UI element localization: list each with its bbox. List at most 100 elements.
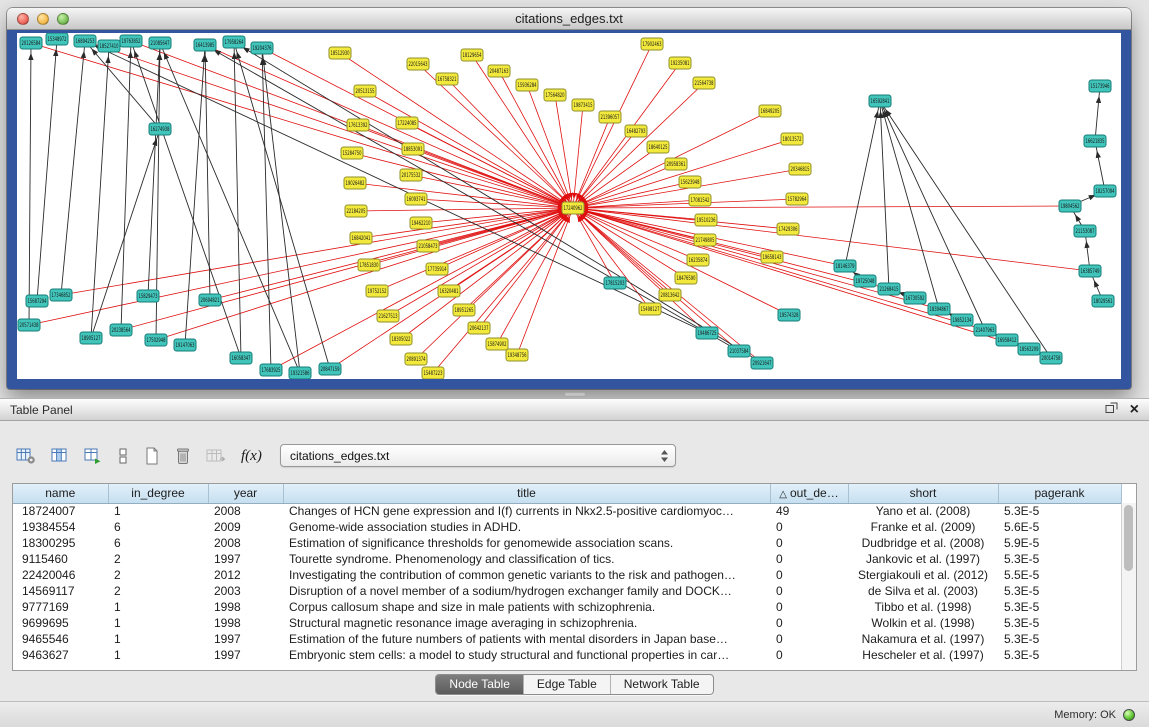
network-node[interactable]: 16621835 bbox=[1084, 135, 1106, 147]
network-node[interactable]: 21037584 bbox=[728, 345, 750, 357]
tab-node-table[interactable]: Node Table bbox=[436, 675, 523, 694]
network-node[interactable]: 16730592 bbox=[904, 292, 926, 304]
network-node[interactable]: 18951265 bbox=[453, 304, 475, 316]
network-node[interactable]: 15829473 bbox=[137, 290, 159, 302]
network-node[interactable]: 18013572 bbox=[781, 133, 803, 145]
network-node[interactable]: 20175532 bbox=[400, 169, 422, 181]
table-row[interactable]: 911546021997Tourette syndrome. Phenomeno… bbox=[13, 551, 1121, 567]
network-node[interactable]: 16274938 bbox=[149, 123, 171, 135]
network-node[interactable]: 21749805 bbox=[694, 234, 716, 246]
network-node[interactable]: 19510236 bbox=[695, 214, 717, 226]
network-node[interactable]: 17564820 bbox=[544, 89, 566, 101]
network-node[interactable]: 18853091 bbox=[402, 143, 424, 155]
table-row[interactable]: 1830029562008Estimation of significance … bbox=[13, 535, 1121, 551]
network-node[interactable]: 19852134 bbox=[951, 314, 973, 326]
network-node[interactable]: 16482793 bbox=[625, 125, 647, 137]
network-node[interactable]: 16958412 bbox=[996, 334, 1018, 346]
create-column-icon[interactable] bbox=[84, 447, 102, 465]
network-node[interactable]: 20847159 bbox=[319, 363, 341, 375]
network-node[interactable]: 17224085 bbox=[396, 117, 418, 129]
table-row[interactable]: 2242004622012Investigating the contribut… bbox=[13, 567, 1121, 583]
network-node[interactable]: 19752152 bbox=[366, 285, 388, 297]
close-panel-icon[interactable]: × bbox=[1130, 404, 1139, 416]
network-node[interactable]: 17735914 bbox=[426, 263, 448, 275]
network-node[interactable]: 19873415 bbox=[572, 99, 594, 111]
table-vertical-scrollbar[interactable] bbox=[1121, 503, 1136, 670]
float-panel-icon[interactable] bbox=[1105, 401, 1118, 419]
rows-icon[interactable] bbox=[117, 447, 129, 465]
network-node[interactable]: 15487223 bbox=[422, 367, 444, 379]
splitter-handle[interactable] bbox=[564, 392, 586, 397]
network-node[interactable]: 21564738 bbox=[693, 77, 715, 89]
network-node[interactable]: 16235874 bbox=[687, 254, 709, 266]
column-header-year[interactable]: year bbox=[208, 484, 283, 503]
network-node[interactable]: 21085647 bbox=[149, 37, 171, 49]
network-node[interactable]: 17815203 bbox=[604, 277, 626, 289]
network-node[interactable]: 17502948 bbox=[145, 334, 167, 346]
network-node[interactable]: 18305022 bbox=[390, 333, 412, 345]
network-node[interactable]: 18029561 bbox=[1092, 295, 1114, 307]
network-node[interactable]: 17902463 bbox=[641, 38, 663, 50]
network-node[interactable]: 15498127 bbox=[639, 303, 661, 315]
network-node[interactable]: 17851830 bbox=[358, 259, 380, 271]
network-node[interactable]: 18129654 bbox=[461, 49, 483, 61]
network-node[interactable]: 17081542 bbox=[689, 194, 711, 206]
network-node[interactable]: 19348756 bbox=[506, 349, 528, 361]
table-row[interactable]: 969969511998Structural magnetic resonanc… bbox=[13, 615, 1121, 631]
tab-edge-table[interactable]: Edge Table bbox=[523, 675, 610, 694]
network-node[interactable]: 17429306 bbox=[777, 223, 799, 235]
network-node[interactable]: 19204376 bbox=[251, 42, 273, 54]
network-node[interactable]: 22184205 bbox=[345, 205, 367, 217]
network-node[interactable]: 18257094 bbox=[1094, 185, 1116, 197]
network-node[interactable]: 20813642 bbox=[659, 289, 681, 301]
network-node[interactable]: 21058473 bbox=[417, 240, 439, 252]
network-node[interactable]: 16320481 bbox=[438, 285, 460, 297]
network-canvas[interactable]: 1724096218512930205131551761339215284750… bbox=[17, 33, 1121, 379]
table-row[interactable]: 977716911998Corpus callosum shape and si… bbox=[13, 599, 1121, 615]
function-builder-icon[interactable]: f(x) bbox=[241, 448, 262, 465]
network-node[interactable]: 19658143 bbox=[761, 251, 783, 263]
minimize-window-button[interactable] bbox=[37, 13, 49, 25]
table-row[interactable]: 946554611997Estimation of the future num… bbox=[13, 631, 1121, 647]
table-row[interactable]: 946362711997Embryonic stem cells: a mode… bbox=[13, 647, 1121, 663]
network-node[interactable]: 17683925 bbox=[260, 364, 282, 376]
network-node[interactable]: 19235081 bbox=[669, 57, 691, 69]
network-node[interactable]: 17346852 bbox=[50, 289, 72, 301]
network-node[interactable]: 18394867 bbox=[928, 303, 950, 315]
network-node[interactable]: 20921647 bbox=[751, 357, 773, 369]
network-node[interactable]: 16894253 bbox=[74, 35, 96, 47]
network-node[interactable]: 20642137 bbox=[468, 322, 490, 334]
scrollbar-thumb[interactable] bbox=[1124, 505, 1133, 571]
network-node[interactable]: 20958361 bbox=[665, 158, 687, 170]
network-node[interactable]: 19026482 bbox=[344, 177, 366, 189]
network-node[interactable]: 20238564 bbox=[110, 324, 132, 336]
column-header-short[interactable]: short bbox=[848, 484, 998, 503]
network-node[interactable]: 19574328 bbox=[778, 309, 800, 321]
network-node[interactable]: 18476590 bbox=[675, 272, 697, 284]
tab-network-table[interactable]: Network Table bbox=[610, 675, 713, 694]
network-node[interactable]: 20891374 bbox=[405, 353, 427, 365]
network-node[interactable]: 15348972 bbox=[46, 33, 68, 45]
window-titlebar[interactable]: citations_edges.txt bbox=[7, 8, 1131, 30]
network-node[interactable]: 15936284 bbox=[516, 79, 538, 91]
network-node[interactable]: 16842041 bbox=[350, 232, 372, 244]
network-node[interactable]: 16058347 bbox=[230, 352, 252, 364]
network-node[interactable]: 19725048 bbox=[854, 275, 876, 287]
network-node[interactable]: 15173946 bbox=[1089, 80, 1111, 92]
network-node[interactable]: 21407963 bbox=[974, 324, 996, 336]
network-node[interactable]: 20513155 bbox=[354, 85, 376, 97]
network-node[interactable]: 18640125 bbox=[647, 141, 669, 153]
network-node[interactable]: 20487163 bbox=[488, 65, 510, 77]
network-node[interactable]: 15687294 bbox=[26, 295, 48, 307]
network-node[interactable]: 18512930 bbox=[329, 47, 351, 59]
network-node[interactable]: 19486725 bbox=[696, 327, 718, 339]
network-node[interactable]: 15284750 bbox=[341, 147, 363, 159]
network-node[interactable]: 19321586 bbox=[289, 367, 311, 379]
table-row[interactable]: 1456911722003Disruption of a novel membe… bbox=[13, 583, 1121, 599]
network-node[interactable]: 19804562 bbox=[1059, 200, 1081, 212]
table-row[interactable]: 1872400712008Changes of HCN gene express… bbox=[13, 503, 1121, 519]
column-header-out-degree[interactable]: △out_de… bbox=[770, 484, 848, 503]
network-node[interactable]: 18527410 bbox=[98, 40, 120, 52]
network-node[interactable]: 15623948 bbox=[679, 176, 701, 188]
network-node[interactable]: 21153087 bbox=[1074, 225, 1096, 237]
